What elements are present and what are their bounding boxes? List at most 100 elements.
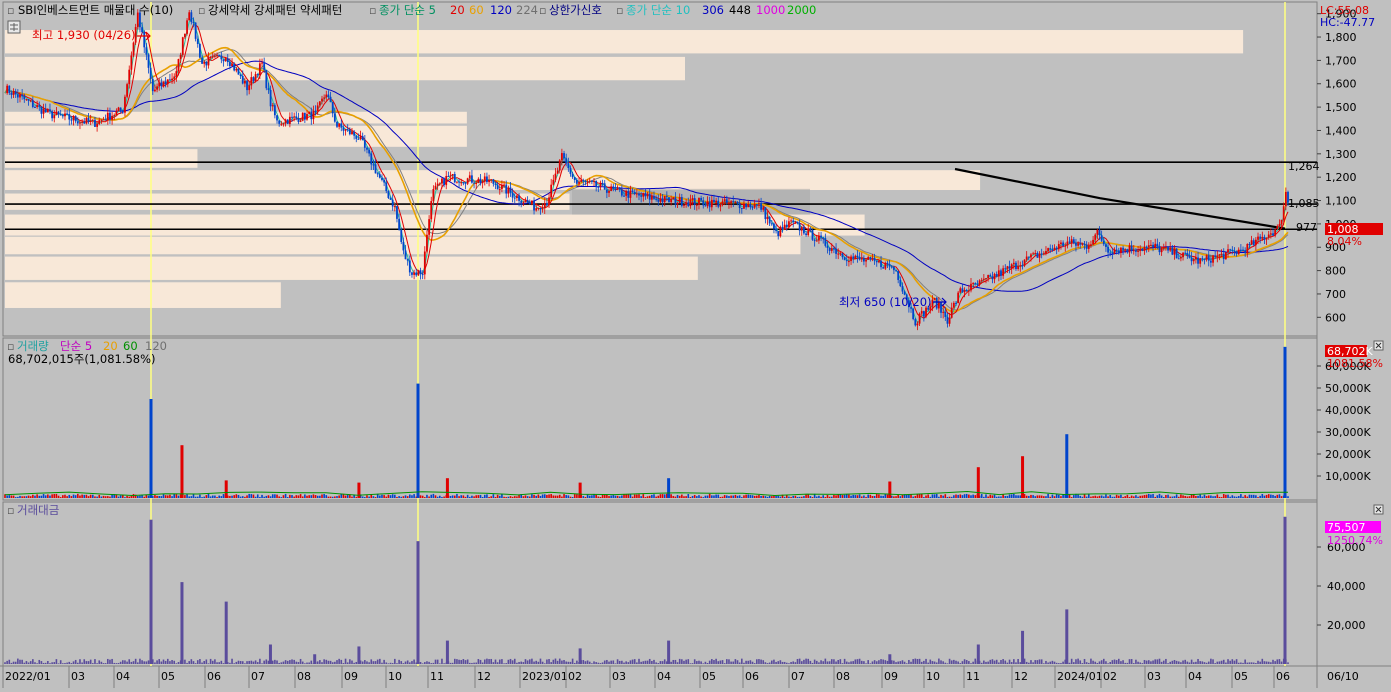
high-annotation-text: 최고 1,930 (04/26): [32, 28, 136, 42]
volume-bar: [404, 495, 407, 498]
volume-bar: [625, 494, 627, 498]
volume-ma-label[interactable]: 단순 5: [60, 339, 92, 353]
volume-bar: [715, 494, 717, 498]
amount-bar: [505, 663, 508, 664]
candle-body: [689, 199, 692, 207]
amount-bar: [1045, 660, 1047, 664]
panel-marker: ▫: [198, 4, 205, 17]
volume-bar: [107, 496, 109, 498]
volume-title[interactable]: 거래량: [17, 339, 49, 353]
candle-body: [1227, 249, 1229, 253]
volume-bar: [522, 496, 525, 498]
amount-bar: [486, 658, 488, 664]
candle-body: [758, 203, 760, 205]
stock-title[interactable]: SBI인베스트먼트 매물대 수(10): [18, 3, 173, 17]
current-change: 8.04%: [1327, 235, 1362, 248]
ma2-period-448[interactable]: 448: [729, 3, 751, 17]
candle-body: [1109, 252, 1112, 254]
volume-peak-bar: [149, 399, 153, 498]
limit-signal-label[interactable]: 상한가신호: [549, 3, 602, 17]
amount-bar: [1171, 660, 1174, 664]
volume-bar: [732, 495, 735, 498]
volume-bar: [713, 495, 715, 498]
volume-bar: [610, 495, 612, 498]
ma-period-60[interactable]: 60: [469, 3, 484, 17]
candle-body: [1169, 247, 1172, 251]
ma-period-120[interactable]: 120: [490, 3, 512, 17]
candle-body: [963, 290, 966, 293]
candle-body: [1156, 243, 1159, 247]
candle-body: [323, 97, 326, 99]
candle-body: [1235, 251, 1238, 255]
candle-body: [1246, 243, 1249, 254]
volume-bar: [1126, 494, 1129, 498]
volume-bar: [241, 496, 244, 498]
amount-bar: [704, 661, 707, 664]
volume-bar: [383, 495, 385, 498]
ma-period-224[interactable]: 224: [516, 3, 538, 17]
volume-bar: [464, 496, 467, 498]
candle-body: [526, 200, 529, 203]
volume-bar: [1047, 493, 1049, 498]
volume-bar: [1235, 496, 1238, 498]
candle-body: [605, 189, 608, 193]
pattern-label[interactable]: 강세약세 강세패턴 약세패턴: [208, 3, 342, 17]
candle-body: [372, 164, 375, 166]
volume-bar: [788, 496, 790, 498]
chart-canvas[interactable]: 1,9001,8001,7001,6001,5001,4001,3001,200…: [0, 0, 1391, 688]
volume-ma-20[interactable]: 20: [103, 339, 118, 353]
ma2-label[interactable]: 종가 단순 10: [626, 3, 690, 17]
amount-bar: [1070, 658, 1073, 664]
volume-current-pct: 1081.58%: [1327, 357, 1383, 370]
amount-bar: [901, 660, 904, 664]
candle-body: [145, 47, 148, 55]
candle-body: [826, 245, 829, 248]
volume-ma-120[interactable]: 120: [145, 339, 167, 353]
amount-bar: [1102, 658, 1105, 664]
ma2-period-306[interactable]: 306: [702, 3, 724, 17]
ma2-period-2000[interactable]: 2000: [787, 3, 816, 17]
volume-bar: [1231, 495, 1234, 498]
volume-bar: [49, 495, 51, 498]
amount-bar: [794, 662, 797, 664]
volume-bar: [822, 495, 825, 498]
amount-bar: [1000, 660, 1002, 664]
candle-body: [408, 260, 411, 273]
amount-bar: [944, 662, 947, 664]
amount-bar: [756, 659, 758, 664]
amount-bar: [526, 660, 529, 664]
amount-bar: [154, 662, 156, 664]
volume-bar: [10, 495, 13, 498]
volume-bar: [175, 494, 178, 498]
candle-body: [160, 82, 163, 86]
candle-body: [863, 258, 865, 262]
amount-bar: [1274, 661, 1276, 664]
ma-label[interactable]: 종가 단순 5: [379, 3, 436, 17]
candle-body: [848, 261, 850, 263]
candle-body: [248, 85, 251, 91]
amount-bar: [691, 663, 694, 664]
amount-bar: [1141, 663, 1144, 664]
ma-period-20[interactable]: 20: [450, 3, 465, 17]
candle-body: [1274, 229, 1277, 236]
amount-bar: [488, 659, 490, 664]
amount-title[interactable]: 거래대금: [17, 503, 59, 517]
candle-body: [1085, 244, 1088, 249]
candle-body: [590, 180, 593, 182]
candle-body: [171, 78, 173, 81]
volume-bar: [539, 495, 542, 498]
volume-bar: [751, 495, 754, 498]
amount-bar: [171, 660, 173, 664]
volume-bar: [513, 496, 516, 498]
volume-bar: [421, 495, 424, 498]
volume-bar: [1010, 494, 1013, 498]
volume-bar: [820, 496, 822, 498]
candle-body: [603, 183, 606, 190]
volume-bar: [503, 496, 505, 498]
ma2-period-1000[interactable]: 1000: [756, 3, 785, 17]
candle-body: [353, 131, 356, 136]
volume-ma-60[interactable]: 60: [123, 339, 138, 353]
amount-bar: [134, 658, 137, 664]
candle-body: [1194, 257, 1197, 260]
volume-bar: [53, 494, 56, 498]
